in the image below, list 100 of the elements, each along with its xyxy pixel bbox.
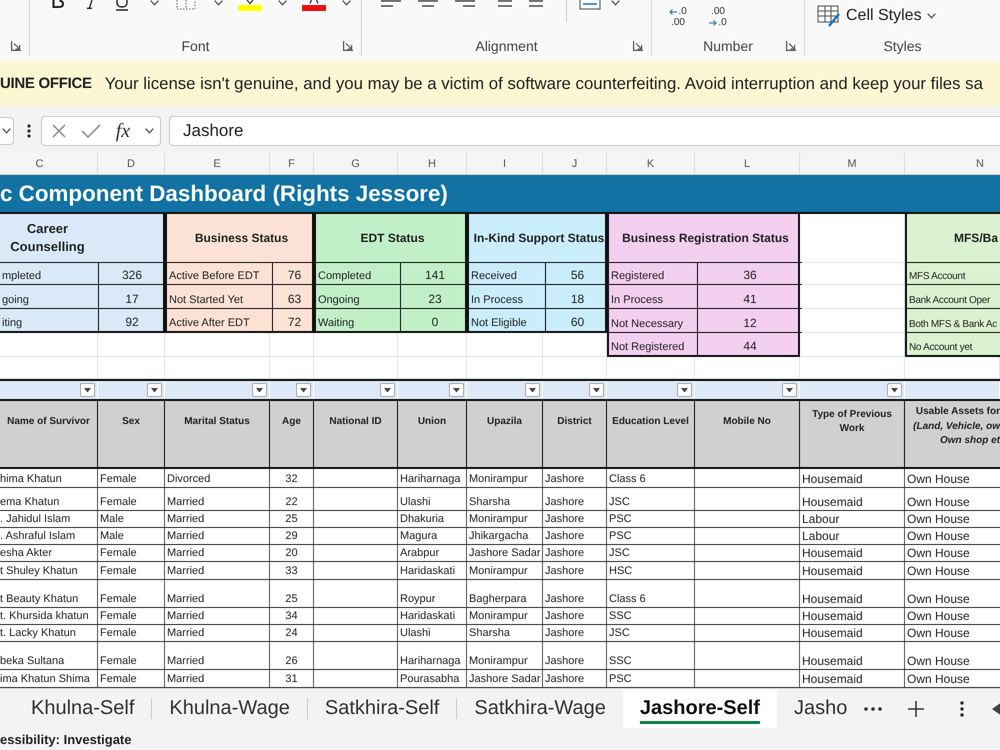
dropdown-arrow-icon: [300, 388, 307, 392]
table-cell: . Ashraful Islam: [0, 528, 98, 544]
status-label: In Process: [609, 285, 697, 309]
filter-button[interactable]: [296, 383, 311, 397]
column-header[interactable]: J: [543, 153, 607, 174]
column-header[interactable]: H: [398, 153, 467, 174]
dialog-launcher-icon[interactable]: [343, 41, 353, 51]
status-label: Active After EDT: [168, 316, 251, 331]
sheet-tab[interactable]: Jasho: [776, 689, 864, 728]
borders-icon[interactable]: [176, 0, 196, 10]
sheet-tab[interactable]: Khulna-Wage: [152, 689, 307, 728]
scroll-left-icon[interactable]: [992, 702, 1000, 716]
caret-icon[interactable]: [278, 0, 286, 6]
caret-icon[interactable]: [2, 128, 11, 134]
table-cell: Housemaid: [800, 545, 905, 561]
dialog-launcher-icon[interactable]: [11, 41, 21, 51]
table-cell-text: Own House: [906, 563, 971, 579]
status-label: Not Registered: [610, 340, 686, 355]
sheet-tab[interactable]: Jashore-Self: [622, 689, 777, 728]
column-header[interactable]: F: [270, 153, 314, 174]
caret-icon[interactable]: [926, 13, 936, 19]
column-header[interactable]: L: [695, 153, 800, 174]
status-label: Received: [469, 263, 545, 285]
caret-icon[interactable]: [342, 0, 350, 6]
column-header[interactable]: M: [800, 153, 905, 174]
table-cell: Female: [98, 545, 165, 561]
filter-button[interactable]: [887, 383, 902, 397]
table-cell: SSC: [607, 608, 695, 624]
sheet-tab[interactable]: Satkhira-Wage: [457, 689, 623, 728]
caret-icon[interactable]: [214, 0, 222, 6]
more-vertical-icon[interactable]: [27, 124, 31, 138]
table-cell: Jashore: [543, 528, 607, 544]
caret-icon[interactable]: [144, 128, 154, 134]
table-cell: 22: [270, 488, 314, 510]
filter-button[interactable]: [589, 383, 604, 397]
table-cell: Housemaid: [800, 608, 905, 624]
caret-icon[interactable]: [150, 0, 158, 6]
more-icon[interactable]: [864, 706, 882, 710]
group-label: Alignment: [475, 38, 538, 54]
table-cell: Labour: [800, 511, 905, 527]
table-cell: PSC: [607, 670, 695, 687]
dialog-launcher-icon[interactable]: [633, 41, 643, 51]
filter-button[interactable]: [677, 383, 692, 397]
highlight-icon[interactable]: [238, 0, 262, 11]
table-cell: Jashore: [543, 580, 607, 607]
insert-function-button[interactable]: fx: [116, 120, 130, 142]
column-heading: Education Level: [607, 401, 695, 467]
column-heading: District: [543, 401, 607, 467]
formula-input[interactable]: Jashore: [169, 116, 1000, 146]
check-icon[interactable]: [80, 124, 101, 138]
table-cell: JSC: [607, 625, 695, 641]
table-cell: Married: [165, 528, 270, 544]
table-cell-text: Own House: [906, 494, 971, 510]
cell-styles-button[interactable]: Cell Styles: [817, 5, 936, 27]
status-value: 41: [697, 285, 802, 309]
add-icon[interactable]: [908, 700, 924, 716]
bold-icon[interactable]: [52, 0, 64, 8]
table-cell-text: Own House: [906, 653, 971, 669]
column-header[interactable]: E: [165, 153, 270, 174]
column-header[interactable]: N: [905, 153, 1000, 174]
table-cell: 32: [270, 469, 314, 487]
table-cell: Housemaid: [800, 580, 905, 607]
filter-button[interactable]: [449, 383, 464, 397]
font-color-icon[interactable]: [302, 0, 326, 11]
underline-icon[interactable]: [115, 0, 129, 11]
filter-button[interactable]: [525, 383, 540, 397]
filter-button[interactable]: [80, 383, 95, 397]
table-cell: Male: [98, 528, 165, 544]
sheet-tab[interactable]: Khulna-Self: [14, 689, 152, 728]
align-left-icon[interactable]: [380, 0, 400, 7]
column-header[interactable]: D: [98, 153, 165, 174]
banner-title: UINE OFFICE: [0, 75, 92, 92]
table-cell: Married: [165, 562, 270, 579]
column-header[interactable]: C: [0, 153, 98, 174]
filter-button[interactable]: [380, 383, 395, 397]
filter-button[interactable]: [252, 383, 267, 397]
filter-button[interactable]: [147, 383, 162, 397]
increase-decimal-button[interactable]: .0 .00: [662, 4, 694, 30]
arrow-right-icon: [709, 20, 718, 26]
filter-button[interactable]: [782, 383, 797, 397]
table-cell: Married: [165, 608, 270, 624]
table-cell: Ulashi: [398, 488, 467, 510]
italic-icon[interactable]: [86, 0, 94, 9]
align-right-icon[interactable]: [454, 0, 474, 7]
decrease-decimal-button[interactable]: .00 .0: [702, 4, 734, 30]
column-header[interactable]: I: [467, 153, 543, 174]
table-cell: Jhikargacha: [467, 528, 543, 544]
caret-icon[interactable]: [610, 0, 620, 6]
sheet-tab[interactable]: Satkhira-Self: [308, 689, 456, 728]
cancel-icon[interactable]: [52, 124, 66, 138]
more-vertical-icon[interactable]: [960, 700, 964, 716]
dropdown-arrow-icon: [256, 388, 263, 392]
column-header[interactable]: K: [607, 153, 695, 174]
name-box[interactable]: [0, 117, 14, 145]
align-center-icon[interactable]: [418, 0, 438, 7]
dialog-launcher-icon[interactable]: [786, 41, 796, 51]
column-header[interactable]: G: [314, 153, 398, 174]
merge-cells-icon[interactable]: [579, 0, 601, 10]
table-cell-text: Own House: [906, 671, 971, 687]
empty-cell: [543, 357, 607, 379]
